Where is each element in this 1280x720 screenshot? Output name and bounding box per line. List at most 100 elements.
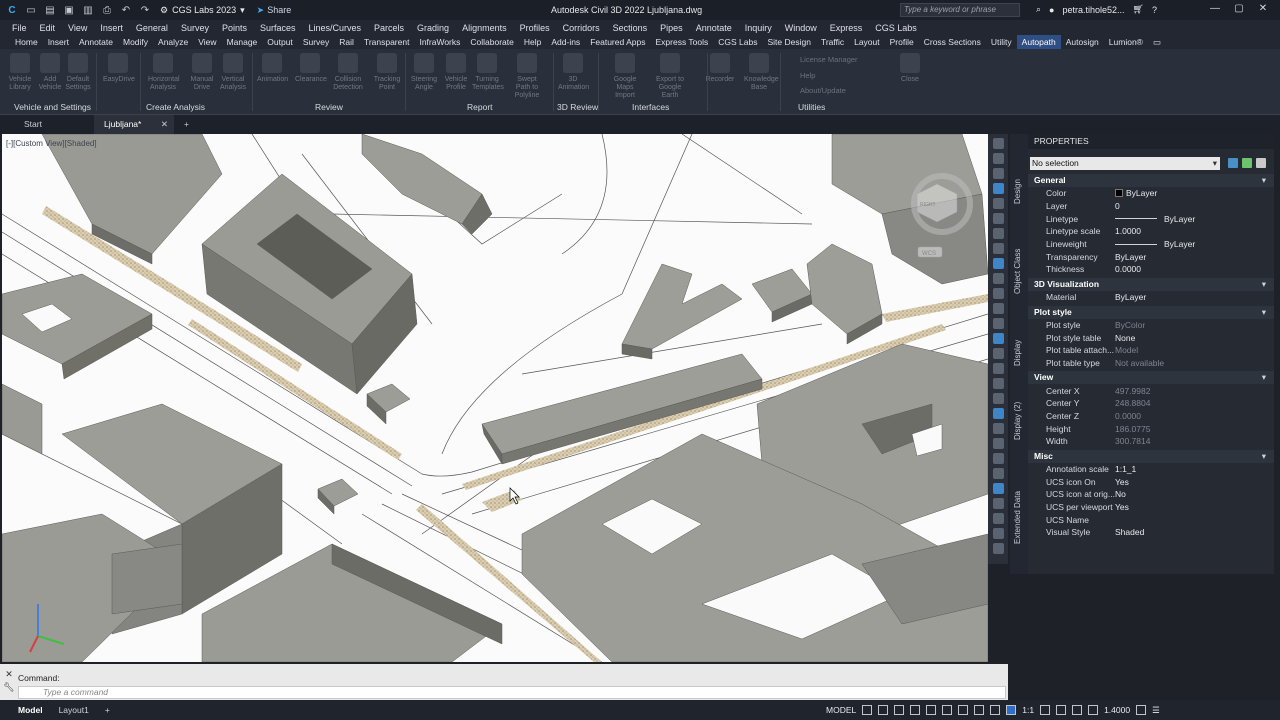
license-manager-item[interactable]: License Manager bbox=[800, 55, 858, 64]
property-value[interactable]: 248.8804 bbox=[1115, 398, 1274, 408]
add-vehicle-button[interactable]: Add Vehicle bbox=[35, 53, 65, 92]
print-icon[interactable]: ⎙ bbox=[100, 3, 114, 17]
menu-inquiry[interactable]: Inquiry bbox=[745, 23, 772, 33]
palette-tool-icon[interactable] bbox=[992, 138, 1004, 149]
close-command-icon[interactable]: ✕ bbox=[2, 668, 16, 681]
export-to-google-earth-button[interactable]: Export to Google Earth bbox=[655, 53, 685, 100]
menu-parcels[interactable]: Parcels bbox=[374, 23, 404, 33]
palette-tool-icon[interactable] bbox=[992, 528, 1004, 539]
property-row-visual-style[interactable]: Visual Style Shaded bbox=[1028, 526, 1274, 539]
panel-interfaces[interactable]: Interfaces bbox=[632, 102, 669, 112]
menu-profiles[interactable]: Profiles bbox=[520, 23, 550, 33]
panel-utilities[interactable]: Utilities bbox=[798, 102, 825, 112]
tab-transparent[interactable]: Transparent bbox=[359, 35, 415, 49]
zoom-level[interactable]: 1.4000 bbox=[1104, 705, 1130, 715]
side-tab-extended-data[interactable]: Extended Data bbox=[1013, 491, 1022, 544]
horizontal-analysis-button[interactable]: Horizontal Analysis bbox=[148, 53, 180, 92]
tab-autosign[interactable]: Autosign bbox=[1061, 35, 1104, 49]
tab-collaborate[interactable]: Collaborate bbox=[465, 35, 518, 49]
property-value[interactable]: 1:1_1 bbox=[1115, 464, 1274, 474]
property-row-ucs-name[interactable]: UCS Name bbox=[1028, 513, 1274, 526]
hardware-acceleration-icon[interactable] bbox=[1088, 705, 1099, 715]
close-icon[interactable]: ✕ bbox=[1256, 3, 1270, 17]
tab-home[interactable]: Home bbox=[10, 35, 43, 49]
tab-ljubljana[interactable]: Ljubljana* ✕ bbox=[94, 115, 174, 134]
property-row-linetype-scale[interactable]: Linetype scale 1.0000 bbox=[1028, 225, 1274, 238]
tab-layout[interactable]: Layout bbox=[849, 35, 885, 49]
property-value[interactable]: Yes bbox=[1115, 477, 1274, 487]
section-3d-visualization[interactable]: 3D Visualization bbox=[1028, 277, 1274, 291]
property-row-ucs-icon-at-orig[interactable]: UCS icon at orig... No bbox=[1028, 488, 1274, 501]
tab-modify[interactable]: Modify bbox=[118, 35, 153, 49]
property-row-height[interactable]: Height 186.0775 bbox=[1028, 422, 1274, 435]
selection-cycling-icon[interactable] bbox=[990, 705, 1001, 715]
palette-tool-icon[interactable] bbox=[992, 198, 1004, 209]
tab-add-ins[interactable]: Add-ins bbox=[546, 35, 585, 49]
section-misc[interactable]: Misc bbox=[1028, 449, 1274, 463]
menu-lines-curves[interactable]: Lines/Curves bbox=[309, 23, 362, 33]
menu-file[interactable]: File bbox=[12, 23, 27, 33]
menu-cgs-labs[interactable]: CGS Labs bbox=[875, 23, 917, 33]
property-value[interactable]: Yes bbox=[1115, 502, 1274, 512]
menu-express[interactable]: Express bbox=[830, 23, 863, 33]
property-value[interactable]: Not available bbox=[1115, 358, 1274, 368]
tab-survey[interactable]: Survey bbox=[298, 35, 334, 49]
new-file-icon[interactable]: ▭ bbox=[24, 3, 38, 17]
minimize-icon[interactable]: — bbox=[1208, 3, 1222, 17]
property-row-center-y[interactable]: Center Y 248.8804 bbox=[1028, 397, 1274, 410]
vertical-analysis-button[interactable]: Vertical Analysis bbox=[218, 53, 248, 92]
user-name[interactable]: petra.tihole52... bbox=[1062, 5, 1124, 15]
undo-icon[interactable]: ↶ bbox=[119, 3, 133, 17]
side-tab-display[interactable]: Display bbox=[1013, 340, 1022, 366]
property-row-transparency[interactable]: Transparency ByLayer bbox=[1028, 250, 1274, 263]
property-value[interactable]: ByColor bbox=[1115, 320, 1274, 330]
tab-help[interactable]: Help bbox=[519, 35, 546, 49]
side-tab-display-2[interactable]: Display (2) bbox=[1013, 402, 1022, 440]
property-value[interactable]: 497.9982 bbox=[1115, 386, 1274, 396]
property-value[interactable]: Shaded bbox=[1115, 527, 1274, 537]
maximize-icon[interactable]: ▢ bbox=[1232, 3, 1246, 17]
palette-tool-icon[interactable] bbox=[992, 318, 1004, 329]
property-row-plot-table-attach[interactable]: Plot table attach... Model bbox=[1028, 344, 1274, 357]
tab-cgs-labs[interactable]: CGS Labs bbox=[713, 35, 762, 49]
collision-detection-button[interactable]: Collision Detection bbox=[333, 53, 363, 92]
tab-profile[interactable]: Profile bbox=[885, 35, 919, 49]
menu-annotate[interactable]: Annotate bbox=[696, 23, 732, 33]
property-value[interactable]: Model bbox=[1115, 345, 1274, 355]
palette-tool-icon[interactable] bbox=[992, 438, 1004, 449]
menu-grading[interactable]: Grading bbox=[417, 23, 449, 33]
property-row-plot-table-type[interactable]: Plot table type Not available bbox=[1028, 357, 1274, 370]
close-button[interactable]: Close bbox=[895, 53, 925, 84]
open-file-icon[interactable]: ▤ bbox=[43, 3, 57, 17]
tab-output[interactable]: Output bbox=[262, 35, 298, 49]
clearance-button[interactable]: Clearance bbox=[295, 53, 327, 84]
panel-vehicle-and-settings[interactable]: Vehicle and Settings bbox=[14, 102, 91, 112]
tab-annotate[interactable]: Annotate bbox=[74, 35, 118, 49]
property-value[interactable]: 0 bbox=[1115, 201, 1274, 211]
palette-tool-icon[interactable] bbox=[992, 423, 1004, 434]
tab-autopath[interactable]: Autopath bbox=[1016, 35, 1061, 49]
property-row-plot-style-table[interactable]: Plot style table None bbox=[1028, 331, 1274, 344]
model-space-toggle[interactable]: MODEL bbox=[826, 705, 856, 715]
recorder-button[interactable]: Recorder bbox=[705, 53, 735, 84]
menu-corridors[interactable]: Corridors bbox=[563, 23, 600, 33]
panel-report[interactable]: Report bbox=[467, 102, 493, 112]
osnap-icon[interactable] bbox=[926, 705, 937, 715]
palette-tool-icon[interactable] bbox=[992, 243, 1004, 254]
toggle-pickadd-icon[interactable] bbox=[1228, 158, 1238, 168]
menu-pipes[interactable]: Pipes bbox=[660, 23, 683, 33]
palette-tool-icon[interactable] bbox=[992, 168, 1004, 179]
isolate-objects-icon[interactable] bbox=[1072, 705, 1083, 715]
default-settings-button[interactable]: Default Settings bbox=[63, 53, 93, 92]
panel-review[interactable]: Review bbox=[315, 102, 343, 112]
menu-view[interactable]: View bbox=[68, 23, 87, 33]
property-row-ucs-per-viewport[interactable]: UCS per viewport Yes bbox=[1028, 501, 1274, 514]
palette-tool-icon[interactable] bbox=[992, 543, 1004, 554]
tab-analyze[interactable]: Analyze bbox=[153, 35, 193, 49]
property-value[interactable]: 0.0000 bbox=[1115, 411, 1274, 421]
palette-tool-icon[interactable] bbox=[992, 153, 1004, 164]
section-plot-style[interactable]: Plot style bbox=[1028, 305, 1274, 319]
palette-tool-icon[interactable] bbox=[992, 453, 1004, 464]
property-value[interactable]: No bbox=[1115, 489, 1274, 499]
vehicle-profile-button[interactable]: Vehicle Profile bbox=[441, 53, 471, 92]
